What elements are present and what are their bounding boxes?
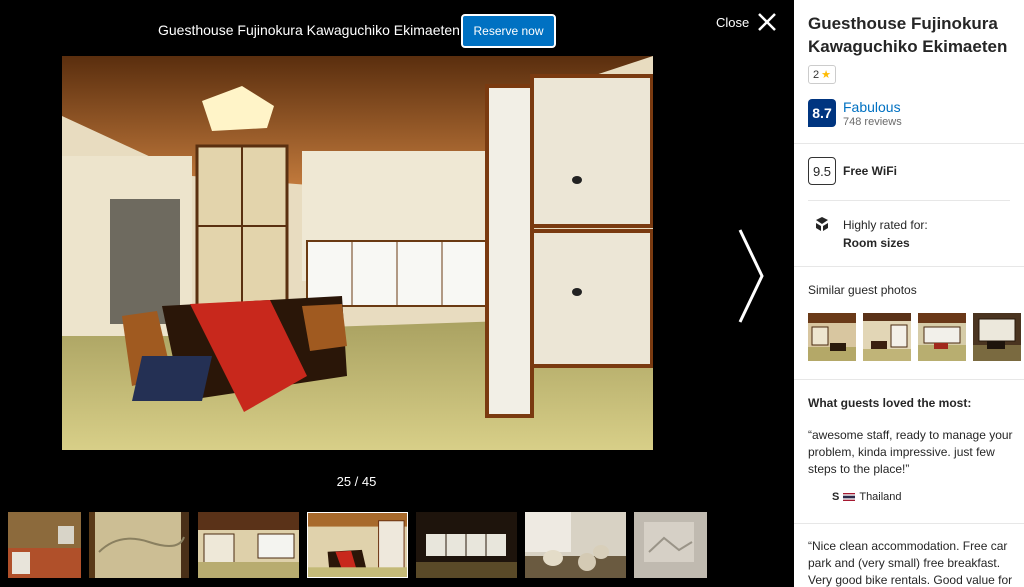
chevron-right-icon[interactable]: [734, 226, 768, 326]
photo-counter-text: 25 / 45: [336, 474, 377, 489]
divider: [794, 523, 1024, 524]
divider: [794, 266, 1024, 267]
thumbnail[interactable]: [416, 512, 517, 578]
review-count: 748 reviews: [843, 116, 902, 128]
photo-gallery: Guesthouse Fujinokura Kawaguchiko Ekimae…: [0, 0, 793, 587]
reviewer-country: Thailand: [859, 491, 902, 503]
thumbnail[interactable]: [89, 512, 189, 578]
reserve-now-button[interactable]: Reserve now: [461, 14, 556, 48]
similar-photos-title: Similar guest photos: [808, 283, 917, 297]
guest-quote: “Nice clean accommodation. Free car park…: [808, 539, 1013, 587]
property-name: Guesthouse Fujinokura Kawaguchiko Ekimae…: [808, 14, 1008, 56]
reviewer-info: S Thailand: [832, 491, 902, 503]
star-icon: ★: [821, 69, 831, 81]
guests-loved-title: What guests loved the most:: [808, 396, 972, 410]
thumbnail[interactable]: [634, 512, 707, 578]
similar-photo[interactable]: [808, 313, 856, 361]
review-score-word[interactable]: Fabulous: [843, 99, 901, 115]
star-count: 2: [813, 68, 820, 81]
property-info-panel: Guesthouse Fujinokura Kawaguchiko Ekimae…: [794, 0, 1024, 587]
photo-viewer-modal: Guesthouse Fujinokura Kawaguchiko Ekimae…: [0, 0, 1024, 587]
review-score-badge: 8.7: [808, 99, 836, 127]
similar-photo[interactable]: [918, 313, 966, 361]
highly-rated-value: Room sizes: [843, 236, 910, 250]
similar-photo[interactable]: [973, 313, 1021, 361]
photo-counter: 25 / 45: [0, 474, 713, 489]
divider: [794, 379, 1024, 380]
similar-photo[interactable]: [863, 313, 911, 361]
guest-quote: “awesome staff, ready to manage your pro…: [808, 428, 1013, 476]
thumbs-up-icon: [816, 217, 828, 231]
main-photo: [62, 56, 653, 450]
divider: [794, 143, 1024, 144]
thumbnail[interactable]: [525, 512, 626, 578]
star-rating-badge: 2 ★: [808, 65, 836, 84]
thumbnail-strip: [0, 512, 793, 578]
thumbnail-active[interactable]: [307, 512, 408, 578]
thumbnail[interactable]: [8, 512, 81, 578]
gallery-title: Guesthouse Fujinokura Kawaguchiko Ekimae…: [158, 22, 460, 38]
close-label[interactable]: Close: [716, 15, 749, 30]
highly-rated-label: Highly rated for:: [843, 218, 928, 232]
divider: [808, 200, 1010, 201]
wifi-label: Free WiFi: [843, 164, 897, 178]
thailand-flag-icon: [843, 493, 856, 501]
reviewer-avatar-initial: S: [832, 491, 840, 503]
wifi-score-badge: 9.5: [808, 157, 836, 185]
close-icon[interactable]: [756, 11, 778, 33]
thumbnail[interactable]: [198, 512, 299, 578]
